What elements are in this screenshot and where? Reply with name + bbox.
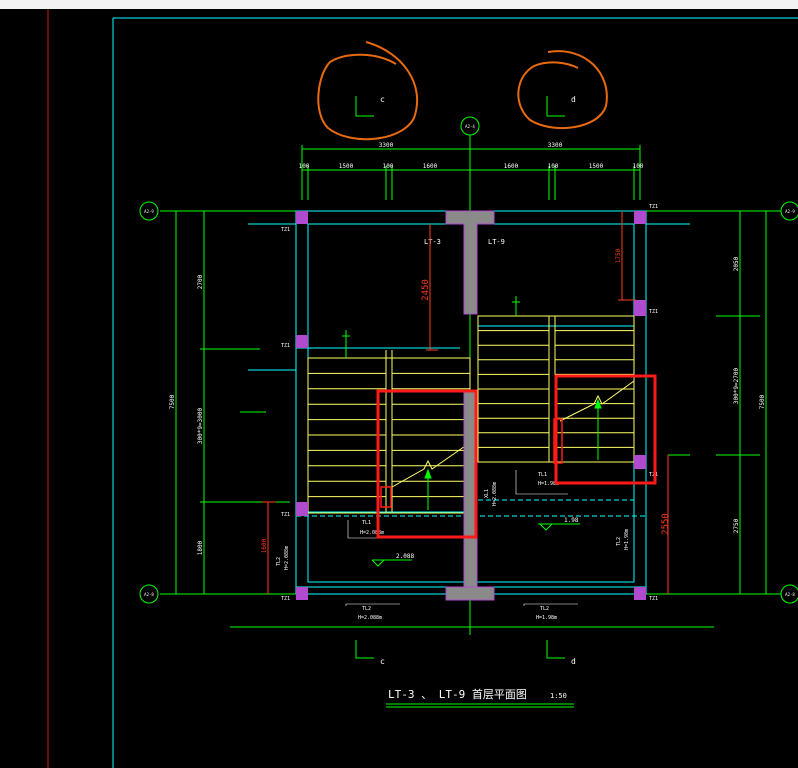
dim-top-seg4: 1600 (423, 163, 438, 170)
dim-left-total: 7500 (169, 394, 176, 409)
dim-top-seg1: 100 (299, 163, 310, 170)
axis-bubble-right-top: A2-9 (785, 209, 795, 214)
beam-tl2-bot-left: TL2 (362, 606, 371, 612)
top-dimension-chain (301, 145, 641, 200)
cad-drawing-canvas[interactable]: 3300 3300 100 1500 100 1600 1600 100 150… (0, 0, 798, 768)
label-tz1-g: TZ1 (281, 596, 290, 602)
axis-bubble-left-top: A2-9 (144, 209, 154, 214)
dim-top-seg3: 100 (383, 163, 394, 170)
label-tz1-e: TZ1 (281, 512, 290, 518)
beam-tl2-left-h: H=2.088m (284, 546, 290, 570)
red-dim-1750: 1750 (615, 248, 622, 263)
dim-left-lower: 1800 (197, 540, 204, 555)
beam-tl2-right: TL2 (616, 537, 622, 546)
label-tz1-h: TZ1 (649, 596, 658, 602)
dim-top-total-right: 3300 (548, 142, 563, 149)
dim-top-seg2: 1500 (339, 163, 354, 170)
beam-tl2-bot-right-h: H=1.98m (536, 615, 557, 621)
dim-right-total: 7500 (759, 394, 766, 409)
dim-top-seg5: 1600 (504, 163, 519, 170)
axis-label-top-d: d (571, 95, 576, 104)
right-dimension-chain (668, 211, 767, 594)
axis-corner-markers (355, 96, 565, 659)
red-dim-1600: 1600 (261, 538, 268, 553)
beam-tl2-bot-left-h: H=2.088m (358, 615, 382, 621)
left-dimension-chain (175, 211, 290, 594)
label-tz1-c: TZ1 (281, 343, 290, 349)
dim-top-seg7: 1500 (589, 163, 604, 170)
stair-name-right: LT-9 (488, 238, 505, 246)
red-dim-2450: 2450 (421, 279, 431, 301)
beam-tl2-right-h: H=1.98m (624, 529, 630, 550)
dim-top-total-left: 3300 (379, 142, 394, 149)
dim-left-upper: 2700 (197, 274, 204, 289)
concrete-walls (445, 210, 495, 601)
axis-bubble-right-bottom: A2-8 (785, 592, 795, 597)
dim-right-upper: 2050 (733, 256, 740, 271)
label-tz1-d: TZ1 (649, 309, 658, 315)
beam-xl1-h: H=2.088m (492, 482, 498, 506)
level-right: 1.98 (564, 517, 579, 524)
dim-top-seg8: 100 (633, 163, 644, 170)
stair-name-left: LT-3 (424, 238, 441, 246)
beam-xl1: XL1 (484, 489, 490, 498)
dim-left-middle: 300*9=3000 (197, 408, 204, 445)
red-dim-2550: 2550 (661, 513, 671, 535)
beam-tl1-left-h: H=2.088m (360, 530, 384, 536)
axis-label-bottom-d: d (571, 657, 576, 666)
beam-tl1-right: TL1 (538, 472, 547, 478)
axis-bubble-left-bottom: A2-8 (144, 592, 154, 597)
dim-top-seg6: 100 (548, 163, 559, 170)
beam-tl2-left: TL2 (276, 557, 282, 566)
stair-left-treads (307, 350, 471, 514)
label-tz1-a: TZ1 (281, 227, 290, 233)
dim-right-lower: 2750 (733, 518, 740, 533)
drawing-scale: 1:50 (550, 692, 567, 700)
level-left: 2.088 (396, 553, 414, 560)
axis-label-bottom-c: c (380, 657, 385, 666)
dim-right-middle: 300*9=2700 (733, 368, 740, 405)
axis-label-top-c: c (380, 95, 385, 104)
label-tz1-b: TZ1 (649, 204, 658, 210)
beam-tl1-left: TL1 (362, 520, 371, 526)
axis-bubble-center-top: A2-4 (465, 124, 475, 129)
drawing-title: LT-3 、 LT-9 首层平面图 (388, 687, 527, 701)
beam-tl2-bot-right: TL2 (540, 606, 549, 612)
